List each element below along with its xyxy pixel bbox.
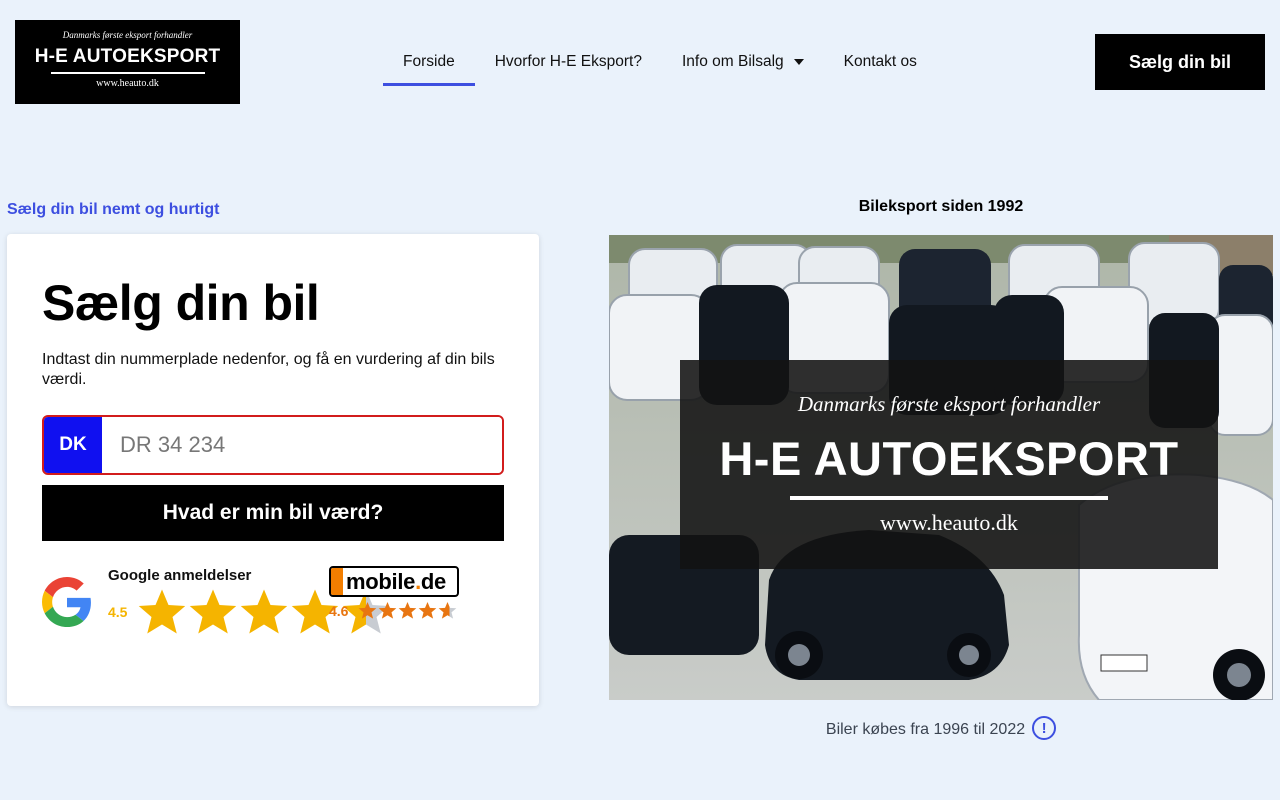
star-icon — [139, 589, 186, 634]
nav-item-label: Hvorfor H-E Eksport? — [494, 53, 642, 70]
info-icon[interactable]: ! — [1032, 716, 1057, 740]
logo-tagline: Danmarks første eksport forhandler — [62, 30, 193, 40]
star-icon — [190, 589, 237, 634]
purchase-years-caption: Biler købes fra 1996 til 2022 ! — [609, 716, 1273, 740]
mobile-de-logo-bar — [331, 568, 343, 595]
mobile-de-logo-text: mobile.de — [346, 569, 446, 595]
sell-car-button[interactable]: Sælg din bil — [1095, 34, 1265, 90]
license-plate-field: DK — [42, 415, 504, 475]
nav-item-kontakt[interactable]: Kontakt os — [824, 38, 937, 86]
nav-item-hvorfor[interactable]: Hvorfor H-E Eksport? — [475, 38, 662, 86]
star-icon — [399, 601, 417, 619]
nav-item-label: Info om Bilsalg — [681, 53, 784, 70]
mobile-rating-value: 4.6 — [329, 602, 349, 619]
logo-divider — [50, 72, 205, 74]
get-valuation-button[interactable]: Hvad er min bil værd? — [42, 485, 504, 541]
hero-image: Danmarks første eksport forhandler H-E A… — [609, 235, 1273, 700]
plate-country-code: DK — [44, 417, 102, 473]
banner-tagline: Danmarks første eksport forhandler — [797, 392, 1101, 416]
star-icon — [419, 601, 437, 619]
nav-item-info-om-bilsalg[interactable]: Info om Bilsalg — [662, 38, 824, 86]
site-logo[interactable]: Danmarks første eksport forhandler H-E A… — [15, 20, 240, 104]
banner-url: www.heauto.dk — [880, 510, 1018, 535]
banner-divider — [790, 496, 1108, 500]
nav-item-label: Forside — [403, 53, 455, 70]
logo-name: H-E AUTOEKSPORT — [34, 46, 221, 67]
caret-down-icon — [793, 59, 804, 65]
main-nav: Forside Hvorfor H-E Eksport? Info om Bil… — [383, 38, 937, 86]
mobile-rating-row: 4.6 — [329, 601, 459, 620]
logo-url: www.heauto.dk — [96, 78, 159, 89]
mobile-de-brand: mobile — [346, 568, 416, 594]
card-description: Indtast din nummerplade nedenfor, og få … — [42, 351, 495, 388]
license-plate-input[interactable] — [102, 417, 502, 473]
nav-item-forside[interactable]: Forside — [383, 38, 475, 86]
mobile-de-reviews[interactable]: mobile.de 4.6 — [329, 566, 459, 620]
mobile-de-tld: de — [420, 568, 446, 594]
mobile-de-logo: mobile.de — [329, 566, 459, 597]
star-icon — [379, 601, 397, 619]
right-heading: Bileksport siden 1992 — [858, 198, 1024, 215]
card-title: Sælg din bil — [42, 275, 320, 331]
star-icon — [439, 601, 457, 619]
google-logo-icon — [42, 577, 91, 627]
star-icon — [359, 601, 377, 619]
section-subtitle: Sælg din bil nemt og hurtigt — [7, 201, 220, 218]
mobile-star-rating — [358, 601, 458, 620]
nav-item-label: Kontakt os — [843, 53, 917, 70]
caption-text: Biler købes fra 1996 til 2022 — [825, 721, 1026, 738]
valuation-card: Sælg din bil Indtast din nummerplade ned… — [7, 234, 539, 706]
banner-name: H-E AUTOEKSPORT — [719, 432, 1179, 485]
hero-banner: Danmarks første eksport forhandler H-E A… — [680, 360, 1218, 569]
google-rating-value: 4.5 — [108, 604, 128, 620]
star-icon — [241, 589, 288, 634]
